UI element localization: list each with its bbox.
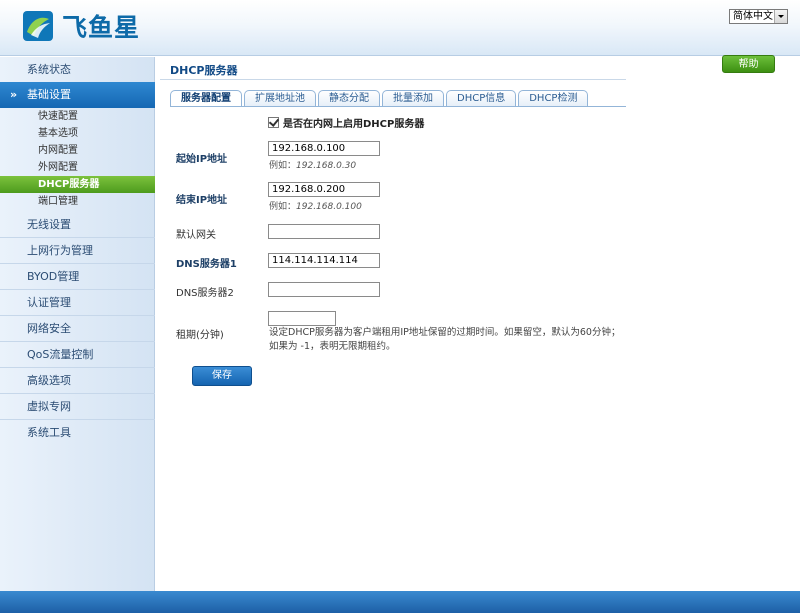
sidebar-item-label: 系统状态 [27, 63, 71, 76]
fish-logo-icon [23, 11, 53, 41]
sidebar-item-system-status[interactable]: 系统状态 [0, 57, 155, 83]
divider [160, 79, 626, 80]
sidebar-item-label: QoS流量控制 [27, 348, 94, 361]
end-ip-label: 结束IP地址 [176, 195, 228, 206]
page-title: DHCP服务器 [170, 64, 238, 77]
sidebar-item-advanced[interactable]: 高级选项 [0, 368, 155, 394]
sidebar-item-vpn[interactable]: 虚拟专网 [0, 394, 155, 420]
sidebar-item-label: BYOD管理 [27, 270, 80, 283]
enable-dhcp-row: 是否在内网上启用DHCP服务器 [268, 115, 424, 130]
sidebar-item-label: 认证管理 [27, 296, 71, 309]
brand-name: 飞鱼星 [62, 13, 141, 42]
save-button[interactable]: 保存 [192, 366, 252, 386]
sidebar-item-wireless[interactable]: 无线设置 [0, 212, 155, 238]
sidebar-item-network-security[interactable]: 网络安全 [0, 316, 155, 342]
dns1-label: DNS服务器1 [176, 259, 237, 270]
sidebar-item-label: 基础设置 [27, 88, 71, 101]
enable-dhcp-label: 是否在内网上启用DHCP服务器 [283, 119, 425, 130]
gateway-input[interactable] [268, 224, 380, 239]
dns2-label: DNS服务器2 [176, 288, 234, 299]
header: 飞鱼星 简体中文 [0, 0, 800, 56]
tab-bar: 服务器配置 扩展地址池 静态分配 批量添加 DHCP信息 DHCP检测 [170, 90, 590, 107]
lease-label: 租期(分钟) [176, 330, 224, 341]
hint-prefix: 例如： [269, 202, 297, 212]
language-select[interactable]: 简体中文 [729, 9, 788, 24]
lease-note: 设定DHCP服务器为客户端租用IP地址保留的过期时间。如果留空，默认为60分钟；… [269, 327, 621, 352]
hint-example: 192.168.0.100 [296, 202, 362, 212]
help-button[interactable]: 帮助 [722, 55, 775, 73]
sidebar-subitem-port-management[interactable]: 端口管理 [0, 193, 155, 210]
enable-dhcp-checkbox[interactable] [268, 117, 279, 128]
sidebar-item-label: 上网行为管理 [27, 244, 93, 257]
dns1-input[interactable] [268, 253, 380, 268]
sidebar-subitem-label: 基本选项 [38, 128, 78, 139]
tab-static-allocation[interactable]: 静态分配 [318, 90, 380, 107]
tab-batch-add[interactable]: 批量添加 [382, 90, 444, 107]
sidebar-subitem-label: 外网配置 [38, 162, 78, 173]
sidebar-item-label: 虚拟专网 [27, 400, 71, 413]
dns2-input[interactable] [268, 282, 380, 297]
sidebar: 系统状态 » 基础设置 快速配置 基本选项 内网配置 外网配置 DHCP服务器 … [0, 57, 155, 591]
sidebar-subitem-lan-config[interactable]: 内网配置 [0, 142, 155, 159]
sidebar-subitem-basic-options[interactable]: 基本选项 [0, 125, 155, 142]
footer-bar [0, 591, 800, 613]
sidebar-item-label: 网络安全 [27, 322, 71, 335]
logo: 飞鱼星 [22, 9, 140, 43]
end-ip-hint: 例如：192.168.0.100 [269, 199, 362, 212]
sidebar-item-label: 无线设置 [27, 218, 71, 231]
sidebar-subitem-label: 端口管理 [38, 196, 78, 207]
chevron-down-icon[interactable] [774, 10, 787, 23]
sidebar-item-behavior-management[interactable]: 上网行为管理 [0, 238, 155, 264]
language-value: 简体中文 [733, 11, 773, 22]
start-ip-hint: 例如：192.168.0.30 [269, 158, 356, 171]
tab-server-config[interactable]: 服务器配置 [170, 90, 242, 107]
start-ip-input[interactable] [268, 141, 380, 156]
sidebar-item-system-tools[interactable]: 系统工具 [0, 420, 155, 446]
sidebar-subitem-label: 快速配置 [38, 111, 78, 122]
lease-input[interactable] [268, 311, 336, 326]
tab-dhcp-detection[interactable]: DHCP检测 [518, 90, 589, 107]
start-ip-label: 起始IP地址 [176, 154, 228, 165]
sidebar-item-basic-settings[interactable]: » 基础设置 [0, 82, 155, 108]
sidebar-subitem-wan-config[interactable]: 外网配置 [0, 159, 155, 176]
sidebar-item-label: 系统工具 [27, 426, 71, 439]
sidebar-item-label: 高级选项 [27, 374, 71, 387]
sidebar-item-qos[interactable]: QoS流量控制 [0, 342, 155, 368]
sidebar-subitem-dhcp-server[interactable]: DHCP服务器 [0, 176, 155, 193]
sidebar-subitem-quick-config[interactable]: 快速配置 [0, 108, 155, 125]
double-chevron-down-icon: » [10, 88, 18, 101]
hint-prefix: 例如： [269, 161, 297, 171]
tab-dhcp-info[interactable]: DHCP信息 [446, 90, 517, 107]
tab-divider [170, 106, 626, 107]
tab-extended-pool[interactable]: 扩展地址池 [244, 90, 316, 107]
hint-example: 192.168.0.30 [296, 161, 357, 171]
sidebar-item-byod[interactable]: BYOD管理 [0, 264, 155, 290]
end-ip-input[interactable] [268, 182, 380, 197]
sidebar-subitem-label: DHCP服务器 [38, 179, 100, 190]
sidebar-subitem-label: 内网配置 [38, 145, 78, 156]
sidebar-item-authentication[interactable]: 认证管理 [0, 290, 155, 316]
gateway-label: 默认网关 [176, 230, 216, 241]
